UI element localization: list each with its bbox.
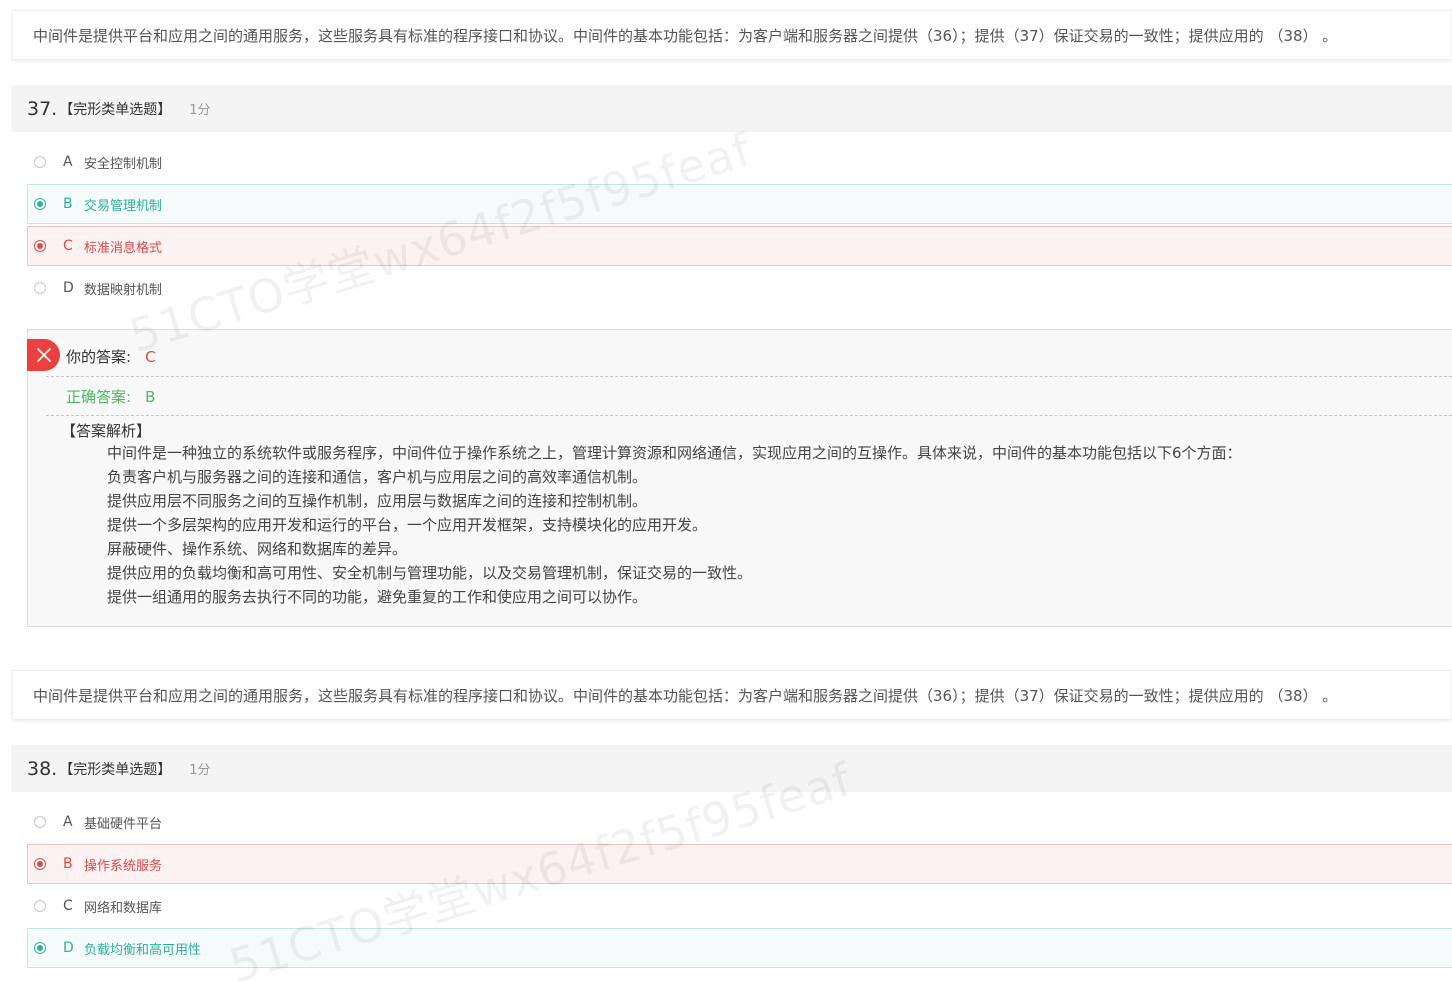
option-c[interactable]: C 标准消息格式: [27, 226, 1452, 266]
radio-icon[interactable]: [34, 156, 46, 168]
option-letter: B: [63, 856, 73, 872]
question-header: 38. 【完形类单选题】 1分: [11, 745, 1452, 792]
radio-checked-icon[interactable]: [34, 240, 46, 252]
option-letter: A: [63, 154, 73, 170]
divider: [46, 376, 1452, 377]
answer-panel: 你的答案: C 正确答案: B 【答案解析】 中间件是一种独立的系统软件或服务程序，…: [27, 329, 1452, 627]
analysis-line: 中间件是一种独立的系统软件或服务程序，中间件位于操作系统之上，管理计算资源和网络…: [107, 444, 1242, 462]
option-a[interactable]: A 安全控制机制: [27, 142, 1452, 182]
option-letter: B: [63, 196, 73, 212]
analysis-line: 负责客户机与服务器之间的连接和通信，客户机与应用层之间的高效率通信机制。: [107, 468, 648, 486]
analysis-line: 屏蔽硬件、操作系统、网络和数据库的差异。: [107, 540, 408, 558]
divider: [46, 415, 1452, 416]
option-text: 基础硬件平台: [84, 816, 163, 832]
radio-checked-icon[interactable]: [34, 198, 46, 210]
your-answer: 你的答案: C: [66, 346, 156, 367]
wrong-badge: [27, 339, 60, 371]
option-b[interactable]: B 交易管理机制: [27, 184, 1452, 224]
analysis-line: 提供一个多层架构的应用开发和运行的平台，一个应用开发框架，支持模块化的应用开发。: [107, 516, 708, 534]
analysis-title: 【答案解析】: [61, 422, 152, 440]
radio-checked-icon[interactable]: [34, 858, 46, 870]
correct-answer-label: 正确答案:: [66, 388, 132, 406]
option-letter: D: [63, 940, 74, 956]
analysis-body: 中间件是一种独立的系统软件或服务程序，中间件位于操作系统之上，管理计算资源和网络…: [107, 441, 1242, 609]
option-d[interactable]: D 数据映射机制: [27, 268, 1452, 308]
option-text: 安全控制机制: [84, 156, 163, 172]
option-text: 交易管理机制: [84, 198, 163, 214]
option-text: 数据映射机制: [84, 282, 163, 298]
option-text: 标准消息格式: [84, 240, 163, 256]
question-score: 1分: [189, 763, 211, 778]
analysis-line: 提供应用层不同服务之间的互操作机制，应用层与数据库之间的连接和控制机制。: [107, 492, 648, 510]
option-text: 操作系统服务: [84, 858, 163, 874]
option-letter: C: [63, 238, 73, 254]
radio-icon[interactable]: [34, 816, 46, 828]
analysis-line: 提供一组通用的服务去执行不同的功能，避免重复的工作和使应用之间可以协作。: [107, 588, 648, 606]
radio-checked-icon[interactable]: [34, 942, 46, 954]
option-c[interactable]: C 网络和数据库: [27, 886, 1452, 926]
option-text: 网络和数据库: [84, 900, 163, 916]
question-type: 【完形类单选题】: [59, 761, 172, 778]
option-letter: A: [63, 814, 73, 830]
question-stem: 中间件是提供平台和应用之间的通用服务，这些服务具有标准的程序接口和协议。中间件的…: [12, 670, 1452, 720]
question-score: 1分: [189, 103, 211, 118]
correct-answer-value: B: [145, 388, 156, 406]
option-letter: D: [63, 280, 74, 296]
your-answer-label: 你的答案:: [66, 348, 132, 366]
option-letter: C: [63, 898, 73, 914]
question-number: 38.: [27, 757, 58, 780]
correct-answer: 正确答案: B: [66, 386, 155, 407]
your-answer-value: C: [145, 348, 156, 366]
option-a[interactable]: A 基础硬件平台: [27, 802, 1452, 842]
radio-icon[interactable]: [34, 282, 46, 294]
question-header: 37. 【完形类单选题】 1分: [11, 85, 1452, 132]
option-d[interactable]: D 负载均衡和高可用性: [27, 928, 1452, 968]
option-b[interactable]: B 操作系统服务: [27, 844, 1452, 884]
question-type: 【完形类单选题】: [59, 101, 172, 118]
close-icon: [36, 348, 51, 362]
option-text: 负载均衡和高可用性: [84, 942, 202, 958]
question-stem: 中间件是提供平台和应用之间的通用服务，这些服务具有标准的程序接口和协议。中间件的…: [12, 10, 1452, 60]
radio-icon[interactable]: [34, 900, 46, 912]
analysis-line: 提供应用的负载均衡和高可用性、安全机制与管理功能，以及交易管理机制，保证交易的一…: [107, 564, 753, 582]
question-number: 37.: [27, 97, 58, 120]
